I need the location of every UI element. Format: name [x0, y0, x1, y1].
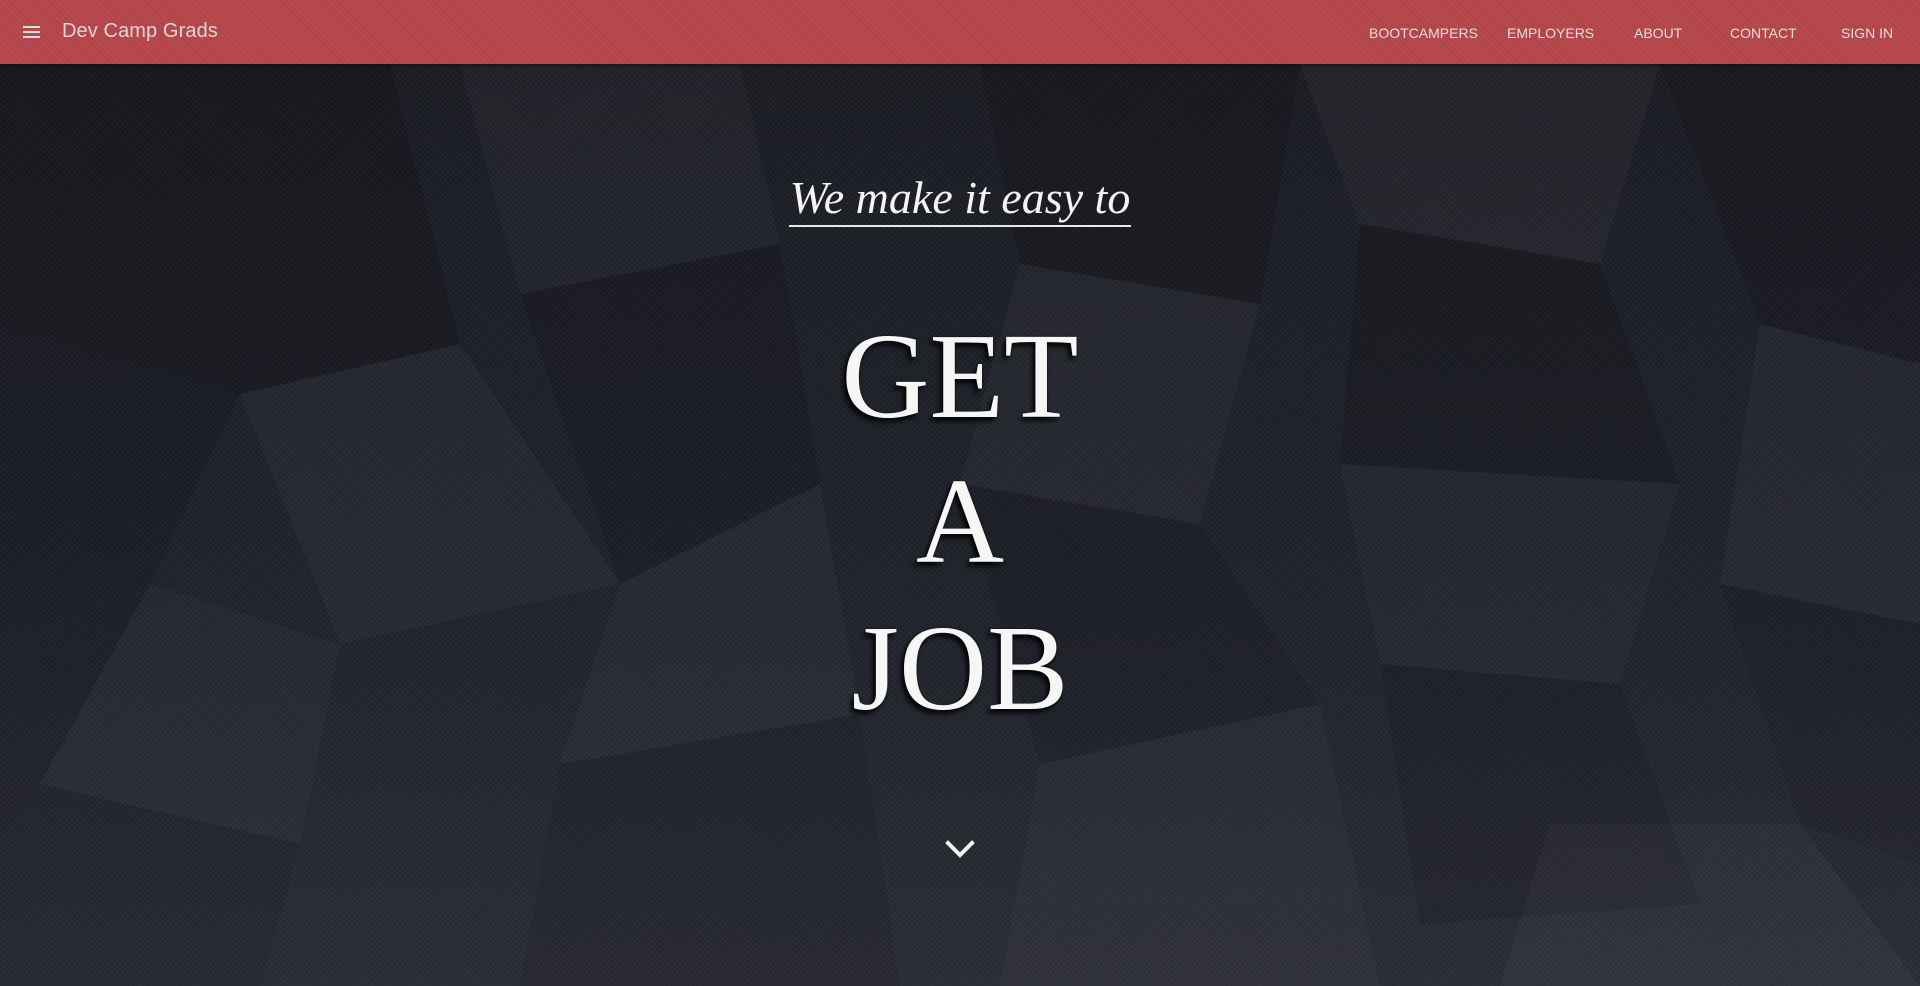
nav-link-employers[interactable]: EMPLOYERS [1507, 25, 1594, 41]
top-navbar: Dev Camp Grads BOOTCAMPERS EMPLOYERS ABO… [0, 0, 1920, 64]
hero-headline-job: JOB [851, 601, 1069, 736]
tagline-container: We make it easy to [0, 172, 1920, 227]
hero-section: We make it easy to GET A JOB [0, 64, 1920, 986]
hero-headline-a: A [915, 454, 1005, 589]
hamburger-menu-icon[interactable] [20, 20, 44, 44]
chevron-down-icon[interactable] [944, 836, 976, 862]
nav-link-contact[interactable]: CONTACT [1730, 25, 1797, 41]
hero-tagline: We make it easy to [788, 172, 1132, 227]
nav-link-bootcampers[interactable]: BOOTCAMPERS [1369, 25, 1478, 41]
hero-headline-get: GET [841, 309, 1079, 444]
nav-link-about[interactable]: ABOUT [1634, 25, 1682, 41]
brand-logo-link[interactable]: Dev Camp Grads [62, 20, 218, 43]
nav-link-sign-in[interactable]: SIGN IN [1841, 25, 1893, 41]
